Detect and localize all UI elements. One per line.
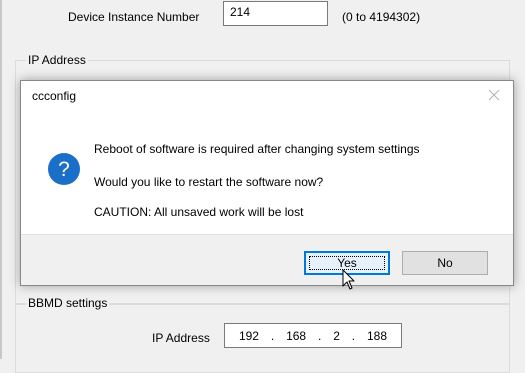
- close-icon[interactable]: [485, 86, 503, 104]
- device-instance-range-hint: (0 to 4194302): [342, 10, 421, 24]
- question-icon: ?: [47, 152, 81, 186]
- no-button[interactable]: No: [402, 251, 488, 275]
- ip-dot-separator: .: [351, 328, 356, 343]
- device-instance-label: Device Instance Number: [68, 10, 200, 24]
- ip-address-group-label: IP Address: [26, 53, 88, 67]
- focus-rectangle: [309, 256, 385, 270]
- ip-octet-4[interactable]: 188: [367, 329, 387, 343]
- dialog-body: ? Reboot of software is required after c…: [21, 111, 513, 236]
- window-edge: [0, 0, 2, 359]
- device-instance-input[interactable]: 214: [223, 1, 328, 26]
- svg-text:?: ?: [58, 158, 70, 181]
- dialog-button-bar: Yes No: [21, 234, 513, 285]
- dialog-message-line: Would you like to restart the software n…: [94, 175, 324, 189]
- restart-confirmation-dialog: ccconfig ? Reboot of software is require…: [20, 80, 514, 286]
- ip-octet-2[interactable]: 168: [286, 329, 306, 343]
- dialog-titlebar[interactable]: ccconfig: [21, 81, 513, 111]
- bbmd-ip-address-input[interactable]: 192 . 168 . 2 . 188: [224, 323, 402, 348]
- ip-octet-1[interactable]: 192: [239, 329, 259, 343]
- mouse-pointer-icon: [342, 269, 356, 291]
- ip-dot-separator: .: [270, 328, 275, 343]
- ip-dot-separator: .: [317, 328, 322, 343]
- bbmd-settings-group-label: BBMD settings: [26, 296, 110, 310]
- ip-octet-3[interactable]: 2: [333, 329, 340, 343]
- bbmd-ip-address-label: IP Address: [152, 331, 210, 345]
- dialog-title: ccconfig: [32, 89, 77, 103]
- dialog-message-line: CAUTION: All unsaved work will be lost: [94, 205, 304, 219]
- dialog-message-line: Reboot of software is required after cha…: [94, 142, 420, 156]
- no-button-label: No: [437, 256, 453, 270]
